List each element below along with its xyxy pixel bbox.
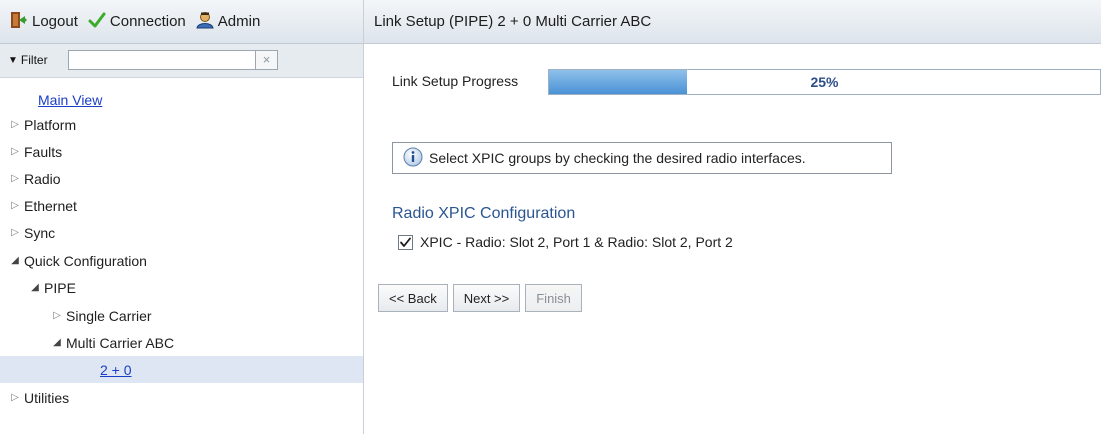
collapse-arrow-icon[interactable]: ◢	[30, 282, 40, 293]
app-window: Logout Connection Admin ▼ Filter × Main …	[0, 0, 1101, 434]
info-message-box: Select XPIC groups by checking the desir…	[392, 142, 892, 174]
info-message-text: Select XPIC groups by checking the desir…	[429, 150, 806, 166]
filter-bar: ▼ Filter ×	[0, 44, 363, 78]
tree-item-radio[interactable]: ▷ Radio	[0, 165, 363, 192]
content-pane: Link Setup (PIPE) 2 + 0 Multi Carrier AB…	[364, 0, 1101, 434]
connection-button[interactable]: Connection	[88, 11, 186, 33]
connection-label: Connection	[109, 13, 186, 30]
admin-label: Admin	[217, 13, 261, 30]
tree-item-label[interactable]: 2 + 0	[100, 362, 132, 378]
collapse-arrow-icon[interactable]: ◢	[10, 255, 20, 266]
filter-toggle[interactable]: ▼ Filter	[8, 53, 48, 67]
expand-arrow-icon[interactable]: ▷	[10, 146, 20, 157]
tree-item-label: Multi Carrier ABC	[66, 334, 175, 351]
tree-item-sync[interactable]: ▷ Sync	[0, 219, 363, 246]
tree-item-label: Platform	[24, 116, 77, 133]
next-button[interactable]: Next >>	[452, 284, 521, 312]
admin-button[interactable]: Admin	[196, 11, 261, 33]
xpic-option[interactable]: XPIC - Radio: Slot 2, Port 1 & Radio: Sl…	[398, 234, 733, 250]
checkmark-icon	[400, 237, 411, 247]
expand-arrow-icon[interactable]: ▷	[10, 119, 20, 130]
progress-value: 25%	[810, 74, 839, 90]
logout-label: Logout	[32, 13, 78, 30]
tree-item-2-plus-0[interactable]: 2 + 0	[0, 356, 363, 383]
tree-item-label: Faults	[24, 143, 63, 160]
filter-input[interactable]	[68, 50, 256, 70]
checkmark-icon	[88, 11, 110, 33]
top-toolbar: Logout Connection Admin	[0, 0, 363, 44]
tree-item-label: PIPE	[44, 279, 76, 296]
logout-button[interactable]: Logout	[10, 11, 78, 33]
logout-icon	[10, 11, 32, 33]
xpic-checkbox[interactable]	[398, 234, 413, 250]
tree-item-label: Sync	[24, 224, 56, 241]
tree-item-ethernet[interactable]: ▷ Ethernet	[0, 192, 363, 219]
close-icon: ×	[262, 52, 271, 67]
user-icon	[196, 11, 218, 33]
collapse-arrow-icon[interactable]: ◢	[52, 337, 62, 348]
expand-arrow-icon[interactable]: ▷	[10, 227, 20, 238]
finish-button[interactable]: Finish	[525, 284, 582, 312]
tree-item-quick-configuration[interactable]: ◢ Quick Configuration	[0, 247, 363, 274]
tree-item-platform[interactable]: ▷ Platform	[0, 111, 363, 138]
info-icon	[403, 147, 429, 170]
clear-filter-button[interactable]: ×	[256, 50, 278, 70]
filter-label: Filter	[20, 53, 48, 67]
wizard-buttons: << Back Next >> Finish	[378, 284, 587, 312]
tree-item-multi-carrier-abc[interactable]: ◢ Multi Carrier ABC	[0, 329, 363, 356]
progress-bar: 25%	[548, 69, 1101, 95]
main-view-link[interactable]: Main View	[38, 92, 102, 108]
tree-item-label: Radio	[24, 170, 61, 187]
section-title: Radio XPIC Configuration	[392, 205, 576, 222]
tree-item-main-view[interactable]: Main View	[0, 86, 363, 113]
tree-item-label: Ethernet	[24, 197, 77, 214]
expand-arrow-icon[interactable]: ▷	[10, 173, 20, 184]
expand-arrow-icon[interactable]: ▷	[52, 310, 62, 321]
expand-arrow-icon[interactable]: ▷	[10, 200, 20, 211]
tree-item-label: Utilities	[24, 389, 70, 406]
progress-label: Link Setup Progress	[392, 73, 519, 89]
page-header: Link Setup (PIPE) 2 + 0 Multi Carrier AB…	[364, 0, 1101, 44]
xpic-option-label: XPIC - Radio: Slot 2, Port 1 & Radio: Sl…	[420, 234, 733, 250]
tree-item-pipe[interactable]: ◢ PIPE	[0, 274, 363, 301]
page-title: Link Setup (PIPE) 2 + 0 Multi Carrier AB…	[374, 13, 652, 30]
tree-item-faults[interactable]: ▷ Faults	[0, 138, 363, 165]
tree-item-single-carrier[interactable]: ▷ Single Carrier	[0, 302, 363, 329]
triangle-down-icon: ▼	[8, 54, 18, 66]
expand-arrow-icon[interactable]: ▷	[10, 392, 20, 403]
tree-item-label: Quick Configuration	[24, 252, 147, 269]
tree-item-utilities[interactable]: ▷ Utilities	[0, 384, 363, 411]
navigation-pane: Logout Connection Admin ▼ Filter × Main …	[0, 0, 364, 434]
back-button[interactable]: << Back	[378, 284, 448, 312]
tree-item-label: Single Carrier	[66, 307, 152, 324]
